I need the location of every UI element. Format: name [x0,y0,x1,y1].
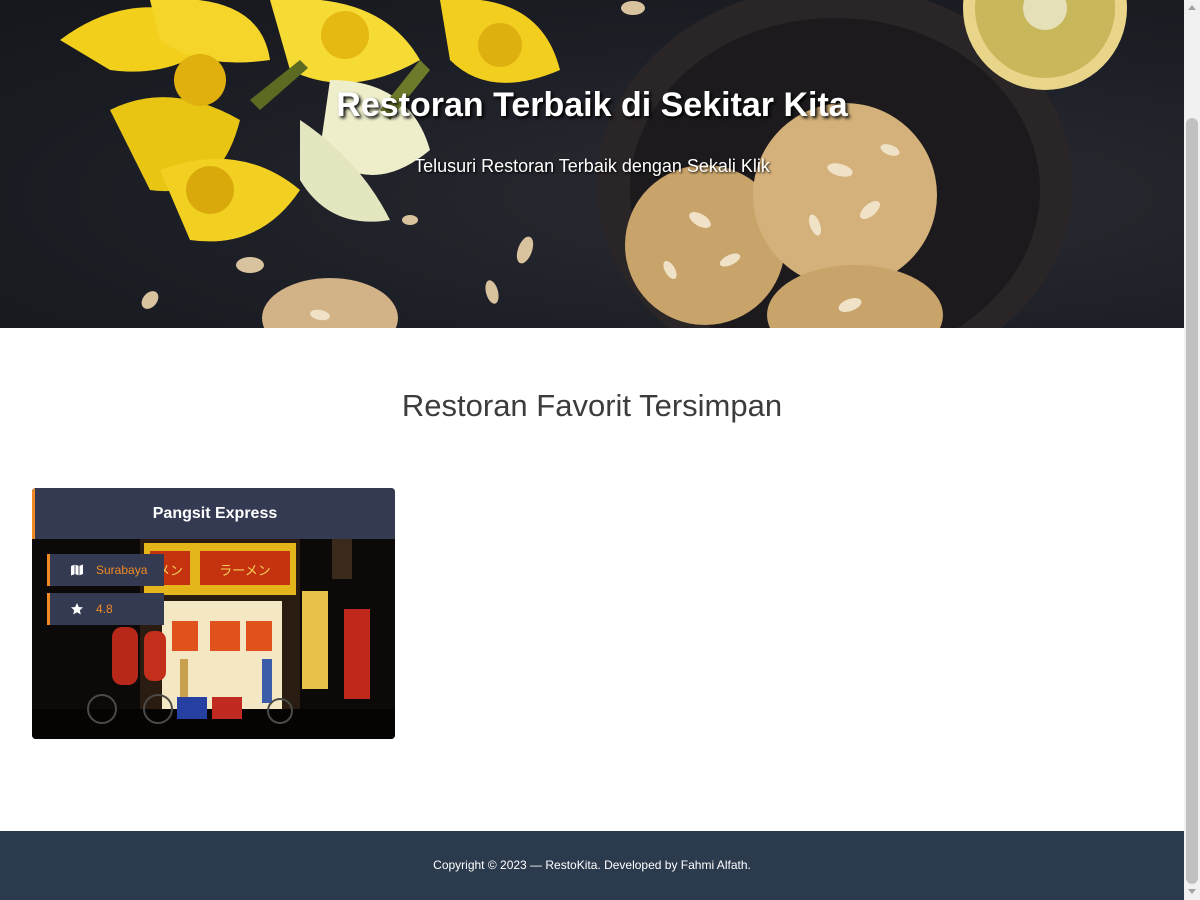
restaurant-name[interactable]: Pangsit Express [32,488,395,539]
footer: Copyright © 2023 — RestoKita. Developed … [0,831,1184,900]
page: Restoran Terbaik di Sekitar Kita Telusur… [0,0,1184,900]
map-icon [71,564,83,576]
restaurant-rating-badge: 4.8 [47,593,164,625]
restaurant-rating: 4.8 [96,602,113,616]
favorites-heading: Restoran Favorit Tersimpan [401,388,783,423]
vertical-scrollbar[interactable] [1184,0,1200,900]
hero-banner: Restoran Terbaik di Sekitar Kita Telusur… [0,0,1184,328]
sign-right: ラーメン [219,564,270,579]
hero-title: Restoran Terbaik di Sekitar Kita [336,86,848,124]
footer-copyright: Copyright © 2023 — RestoKita. Developed … [433,858,751,872]
restaurant-city: Surabaya [96,563,148,577]
star-icon [71,603,83,615]
scroll-up-arrow-icon[interactable] [1188,5,1196,10]
restaurant-city-badge: Surabaya [47,554,164,586]
scrollbar-thumb[interactable] [1186,118,1198,884]
scroll-down-arrow-icon[interactable] [1188,889,1196,894]
hero-subtitle: Telusuri Restoran Terbaik dengan Sekali … [414,156,770,176]
restaurant-card[interactable]: Pangsit Express メン ラーメン Surabaya 4.8 [32,488,395,739]
